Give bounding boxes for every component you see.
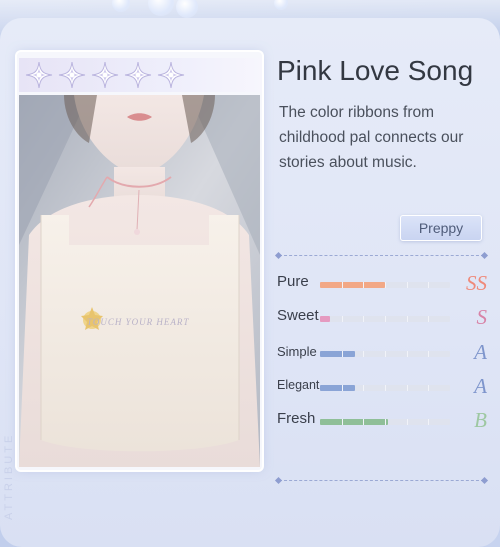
item-preview-image: TOUCH YOUR HEART — [19, 95, 260, 467]
attribute-grade: B — [474, 408, 487, 432]
attribute-bar-segment — [428, 316, 430, 322]
attribute-row-elegant: Elegant A — [277, 374, 487, 401]
attribute-bar-segment — [341, 282, 343, 288]
style-tag-button[interactable]: Preppy — [400, 215, 482, 241]
attribute-bar-segment — [428, 351, 430, 357]
rarity-star-icon — [57, 60, 87, 90]
attribute-bar-fill — [320, 282, 385, 288]
attribute-bar — [320, 419, 450, 425]
attribute-grade: SS — [466, 271, 487, 295]
attribute-bar-segment — [428, 419, 430, 425]
attribute-bar-segment — [385, 385, 386, 391]
attribute-row-sweet: Sweet S — [277, 305, 488, 332]
attribute-label: Elegant — [277, 378, 320, 392]
attribute-bar — [320, 316, 450, 322]
attribute-bar-segment — [341, 419, 343, 425]
attribute-bar-segment — [363, 316, 365, 322]
attribute-row-simple: Simple A — [277, 340, 487, 367]
attribute-side-label: ATTRIBUTE — [3, 432, 15, 520]
attribute-bar — [320, 282, 450, 288]
attribute-bar-segment — [406, 419, 408, 425]
attribute-bar-segment — [385, 316, 386, 322]
attribute-bar-segment — [385, 419, 386, 425]
attribute-bar-segment — [428, 282, 430, 288]
attribute-bar-segment — [385, 282, 386, 288]
attribute-bar — [320, 351, 450, 357]
divider-bottom — [279, 480, 484, 482]
attribute-label: Simple — [277, 344, 317, 359]
divider-top — [279, 255, 484, 257]
attribute-bar-fill — [320, 419, 388, 425]
rarity-star-icon — [123, 60, 153, 90]
attribute-bar-segment — [341, 351, 343, 357]
attribute-label: Fresh — [277, 410, 316, 427]
attribute-bar-segment — [341, 385, 343, 391]
character-illustration — [19, 95, 260, 467]
attribute-grade: S — [476, 305, 488, 329]
attribute-bar-segment — [363, 351, 365, 357]
attribute-bar-segment — [406, 351, 408, 357]
attribute-bar-segment — [363, 282, 365, 288]
attribute-grade: A — [474, 340, 487, 364]
attribute-bar-segment — [363, 385, 365, 391]
attribute-bar-segment — [406, 282, 408, 288]
attribute-bar-segment — [406, 385, 408, 391]
attribute-bar-segment — [428, 385, 430, 391]
attribute-bar-fill — [320, 385, 356, 391]
rarity-star-icon — [24, 60, 54, 90]
attribute-bar-segment — [406, 316, 408, 322]
rarity-star-icon — [90, 60, 120, 90]
shirt-print-text: TOUCH YOUR HEART — [87, 317, 190, 327]
attribute-bar-segment — [363, 419, 365, 425]
attribute-bar-fill — [320, 351, 356, 357]
attribute-grade: A — [474, 374, 487, 398]
attribute-bar-fill — [320, 316, 331, 322]
attribute-bar — [320, 385, 450, 391]
item-title: Pink Love Song — [277, 55, 474, 86]
attribute-bar-segment — [385, 351, 386, 357]
attribute-label: Sweet — [277, 307, 319, 324]
rarity-star-icon — [156, 60, 186, 90]
item-description: The color ribbons from childhood pal con… — [279, 104, 464, 171]
attribute-bar-segment — [341, 316, 343, 322]
attribute-row-pure: Pure SS — [277, 271, 487, 298]
attribute-label: Pure — [277, 273, 309, 290]
attribute-row-fresh: Fresh B — [277, 408, 487, 435]
